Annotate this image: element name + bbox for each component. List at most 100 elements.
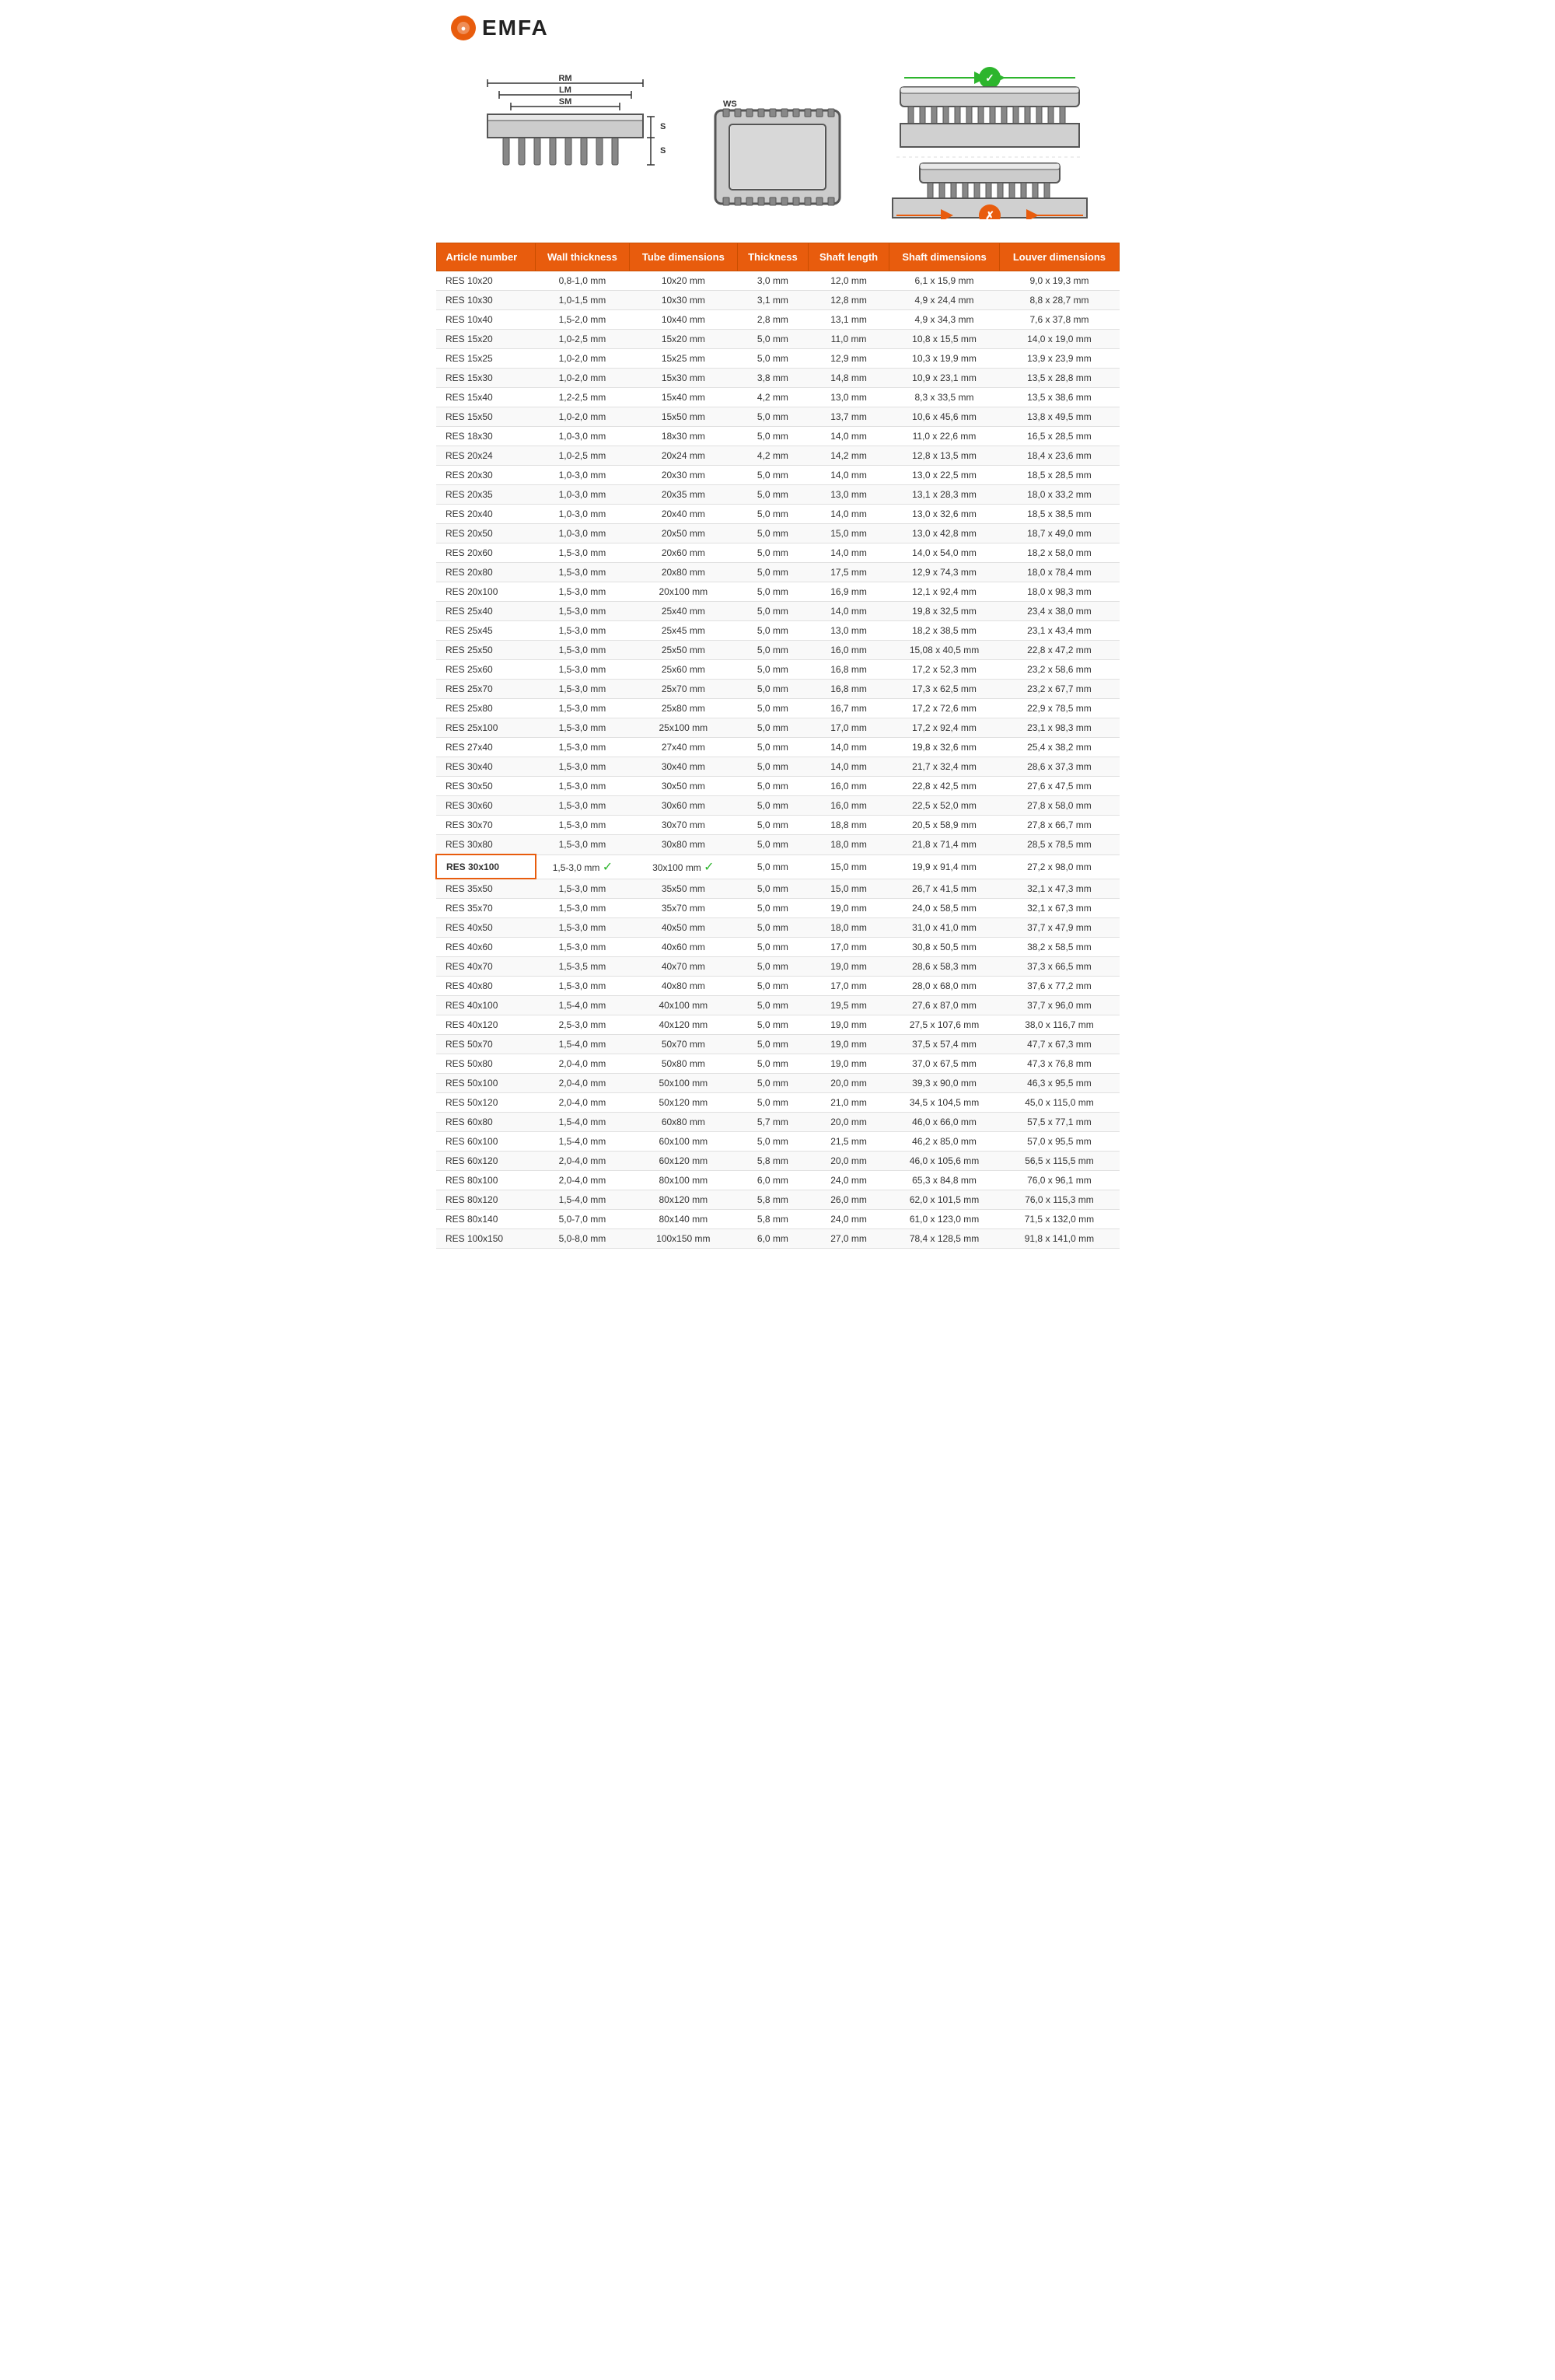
data-cell: 11,0 x 22,6 mm	[889, 427, 1000, 446]
table-row: RES 15x401,2-2,5 mm15x40 mm4,2 mm13,0 mm…	[436, 388, 1120, 407]
data-cell: 20x60 mm	[629, 543, 737, 563]
data-cell: 25,4 x 38,2 mm	[999, 738, 1119, 757]
data-cell: 30x80 mm	[629, 835, 737, 855]
data-cell: 5,0 mm	[737, 796, 808, 816]
data-cell: 1,0-3,0 mm	[536, 427, 630, 446]
data-cell: 2,5-3,0 mm	[536, 1015, 630, 1035]
table-row: RES 15x501,0-2,0 mm15x50 mm5,0 mm13,7 mm…	[436, 407, 1120, 427]
data-cell: 19,0 mm	[808, 1015, 889, 1035]
table-row: RES 25x701,5-3,0 mm25x70 mm5,0 mm16,8 mm…	[436, 680, 1120, 699]
svg-text:SM: SM	[558, 97, 571, 107]
data-cell: 22,8 x 47,2 mm	[999, 641, 1119, 660]
svg-text:LM: LM	[559, 86, 571, 95]
article-number-cell: RES 15x20	[436, 330, 536, 349]
table-row: RES 40x1001,5-4,0 mm40x100 mm5,0 mm19,5 …	[436, 996, 1120, 1015]
data-cell: 17,0 mm	[808, 938, 889, 957]
data-cell: 25x40 mm	[629, 602, 737, 621]
data-cell: 19,0 mm	[808, 1054, 889, 1074]
article-number-cell: RES 30x80	[436, 835, 536, 855]
article-number-cell: RES 30x50	[436, 777, 536, 796]
data-cell: 13,0 mm	[808, 621, 889, 641]
data-cell: 80x140 mm	[629, 1210, 737, 1229]
article-number-cell: RES 80x140	[436, 1210, 536, 1229]
data-cell: 20x80 mm	[629, 563, 737, 582]
article-number-cell: RES 100x150	[436, 1229, 536, 1249]
data-cell: 12,8 x 13,5 mm	[889, 446, 1000, 466]
article-number-cell: RES 50x70	[436, 1035, 536, 1054]
data-cell: 5,0 mm	[737, 977, 808, 996]
data-cell: 45,0 x 115,0 mm	[999, 1093, 1119, 1113]
data-cell: 35x70 mm	[629, 899, 737, 918]
article-number-cell: RES 40x60	[436, 938, 536, 957]
article-number-cell: RES 25x80	[436, 699, 536, 718]
data-cell: 60x100 mm	[629, 1132, 737, 1152]
article-number-cell: RES 40x50	[436, 918, 536, 938]
data-cell: 13,9 x 23,9 mm	[999, 349, 1119, 369]
table-row: RES 50x1002,0-4,0 mm50x100 mm5,0 mm20,0 …	[436, 1074, 1120, 1093]
diagrams-section: RM LM SM	[428, 48, 1127, 243]
data-cell: 14,0 mm	[808, 427, 889, 446]
article-number-cell: RES 25x100	[436, 718, 536, 738]
data-cell: 17,2 x 52,3 mm	[889, 660, 1000, 680]
data-cell: 38,0 x 116,7 mm	[999, 1015, 1119, 1035]
table-row: RES 40x601,5-3,0 mm40x60 mm5,0 mm17,0 mm…	[436, 938, 1120, 957]
data-cell: 15x40 mm	[629, 388, 737, 407]
svg-text:WS: WS	[723, 100, 737, 109]
data-cell: 46,0 x 105,6 mm	[889, 1152, 1000, 1171]
data-cell: 5,0 mm	[737, 854, 808, 879]
data-cell: 12,9 mm	[808, 349, 889, 369]
data-cell: 1,5-3,0 mm	[536, 977, 630, 996]
data-cell: 60x80 mm	[629, 1113, 737, 1132]
data-cell: 5,0-7,0 mm	[536, 1210, 630, 1229]
data-cell: 1,5-3,0 mm	[536, 918, 630, 938]
data-cell: 1,0-3,0 mm	[536, 466, 630, 485]
table-row: RES 80x1002,0-4,0 mm80x100 mm6,0 mm24,0 …	[436, 1171, 1120, 1190]
data-cell: 26,0 mm	[808, 1190, 889, 1210]
data-cell: 20x24 mm	[629, 446, 737, 466]
data-cell: 5,8 mm	[737, 1152, 808, 1171]
data-cell: 62,0 x 101,5 mm	[889, 1190, 1000, 1210]
article-number-cell: RES 10x40	[436, 310, 536, 330]
data-cell: 1,0-2,0 mm	[536, 369, 630, 388]
data-cell: 2,0-4,0 mm	[536, 1152, 630, 1171]
data-cell: 18,8 mm	[808, 816, 889, 835]
data-cell: 5,0 mm	[737, 660, 808, 680]
data-cell: 50x100 mm	[629, 1074, 737, 1093]
data-cell: 10,8 x 15,5 mm	[889, 330, 1000, 349]
article-number-cell: RES 20x50	[436, 524, 536, 543]
article-number-cell: RES 25x45	[436, 621, 536, 641]
data-cell: 46,3 x 95,5 mm	[999, 1074, 1119, 1093]
svg-text:●: ●	[461, 24, 466, 33]
data-cell: 20,5 x 58,9 mm	[889, 816, 1000, 835]
article-number-cell: RES 40x70	[436, 957, 536, 977]
data-cell: 1,5-3,0 mm	[536, 835, 630, 855]
data-cell: 15x30 mm	[629, 369, 737, 388]
header-row: Article number Wall thickness Tube dimen…	[436, 243, 1120, 271]
data-cell: 25x80 mm	[629, 699, 737, 718]
col-thickness: Thickness	[737, 243, 808, 271]
data-cell: 2,8 mm	[737, 310, 808, 330]
data-cell: 18,7 x 49,0 mm	[999, 524, 1119, 543]
article-number-cell: RES 35x50	[436, 879, 536, 899]
data-cell: 1,5-3,0 mm	[536, 757, 630, 777]
data-cell: 39,3 x 90,0 mm	[889, 1074, 1000, 1093]
data-cell: 13,5 x 38,6 mm	[999, 388, 1119, 407]
data-cell: 12,9 x 74,3 mm	[889, 563, 1000, 582]
data-cell: 5,0 mm	[737, 938, 808, 957]
data-cell: 13,1 mm	[808, 310, 889, 330]
data-cell: 6,0 mm	[737, 1171, 808, 1190]
data-cell: 57,0 x 95,5 mm	[999, 1132, 1119, 1152]
data-cell: 1,2-2,5 mm	[536, 388, 630, 407]
data-cell: 21,7 x 32,4 mm	[889, 757, 1000, 777]
data-cell: 5,0 mm	[737, 680, 808, 699]
data-cell: 1,5-3,0 mm	[536, 816, 630, 835]
data-cell: 16,7 mm	[808, 699, 889, 718]
table-row: RES 25x501,5-3,0 mm25x50 mm5,0 mm16,0 mm…	[436, 641, 1120, 660]
article-number-cell: RES 10x30	[436, 291, 536, 310]
data-cell: 1,5-3,0 mm	[536, 796, 630, 816]
data-cell: 19,8 x 32,5 mm	[889, 602, 1000, 621]
data-cell: 1,5-3,0 mm	[536, 718, 630, 738]
data-cell: 4,2 mm	[737, 446, 808, 466]
data-cell: 5,0 mm	[737, 835, 808, 855]
table-row: RES 20x401,0-3,0 mm20x40 mm5,0 mm14,0 mm…	[436, 505, 1120, 524]
